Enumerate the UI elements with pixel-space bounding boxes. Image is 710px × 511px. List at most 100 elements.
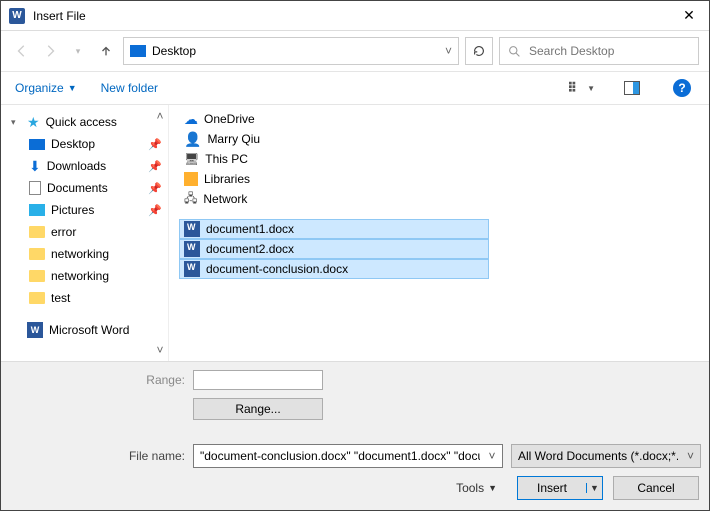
filter-label: All Word Documents (*.docx;*.docm;...) (518, 449, 678, 463)
search-input[interactable] (527, 43, 690, 59)
list-item-document2[interactable]: document2.docx (179, 239, 489, 259)
navigation-pane[interactable]: ˄ ▾ ★ Quick access Desktop 📌 ⬇ Downloads… (1, 105, 169, 361)
title-bar: W Insert File ✕ (1, 1, 709, 31)
up-button[interactable] (95, 40, 117, 62)
address-dropdown-icon[interactable]: ˅ (445, 44, 452, 58)
tools-label: Tools (456, 481, 484, 495)
new-folder-button[interactable]: New folder (101, 81, 158, 95)
pin-icon: 📌 (148, 138, 162, 151)
sidebar-item-downloads[interactable]: ⬇ Downloads 📌 (5, 155, 166, 177)
folder-icon (29, 292, 45, 304)
cancel-label: Cancel (637, 481, 674, 495)
back-button[interactable] (11, 40, 33, 62)
sidebar-item-label: Desktop (51, 137, 95, 151)
filename-combobox[interactable]: ˅ (193, 444, 503, 468)
insert-button[interactable]: Insert ▼ (517, 476, 603, 500)
download-icon: ⬇ (29, 158, 41, 175)
insert-split-icon[interactable]: ▼ (586, 483, 602, 493)
folder-icon (29, 270, 45, 282)
list-item-label: Libraries (204, 172, 250, 186)
scroll-up-icon[interactable]: ˄ (154, 109, 166, 123)
sidebar-item-pictures[interactable]: Pictures 📌 (5, 199, 166, 221)
quick-access-label: Quick access (46, 115, 117, 129)
sidebar-item-label: Downloads (47, 159, 106, 173)
sidebar-item-label: Pictures (51, 203, 94, 217)
document-icon (29, 181, 41, 195)
list-item-label: document2.docx (206, 242, 294, 256)
network-icon: 🖧 (184, 189, 197, 210)
sidebar-item-label: error (51, 225, 76, 239)
nav-row: ▾ Desktop ˅ (1, 31, 709, 71)
recent-locations-button[interactable]: ▾ (67, 40, 89, 62)
cancel-button[interactable]: Cancel (613, 476, 699, 500)
sidebar-item-desktop[interactable]: Desktop 📌 (5, 133, 166, 155)
sidebar-item-word[interactable]: ▸ W Microsoft Word (5, 319, 166, 341)
help-icon: ? (673, 79, 691, 97)
sidebar-item-label: Documents (47, 181, 108, 195)
sidebar-item-error[interactable]: error (5, 221, 166, 243)
insert-label: Insert (518, 481, 586, 495)
pc-icon: 🖥 (184, 152, 199, 166)
libraries-icon (184, 172, 198, 186)
list-item-document1[interactable]: document1.docx (179, 219, 489, 239)
list-item-label: document-conclusion.docx (206, 262, 348, 276)
list-item-network[interactable]: 🖧 Network (179, 189, 699, 209)
help-button[interactable]: ? (669, 77, 695, 99)
new-folder-label: New folder (101, 81, 158, 95)
breadcrumb[interactable]: Desktop (152, 44, 439, 58)
range-input[interactable] (193, 370, 323, 390)
quick-access-node[interactable]: ▾ ★ Quick access (5, 111, 166, 133)
tools-menu[interactable]: Tools ▼ (456, 481, 497, 495)
search-box[interactable] (499, 37, 699, 65)
list-item-user[interactable]: 👤 Marry Qiu (179, 129, 699, 149)
sidebar-item-label: Microsoft Word (49, 323, 129, 337)
filename-label: File name: (9, 449, 185, 463)
sidebar-item-documents[interactable]: Documents 📌 (5, 177, 166, 199)
sidebar-item-networking[interactable]: networking (5, 243, 166, 265)
chevron-down-icon: ▾ (11, 117, 21, 128)
list-item-label: Network (203, 192, 247, 206)
chevron-down-icon: ▼ (587, 84, 595, 93)
folder-icon (29, 226, 45, 238)
view-options-button[interactable]: ▼ (569, 77, 595, 99)
close-button[interactable]: ✕ (669, 1, 709, 31)
sidebar-item-label: networking (51, 269, 109, 283)
preview-pane-button[interactable] (619, 77, 645, 99)
list-item-libraries[interactable]: Libraries (179, 169, 699, 189)
scroll-down-icon[interactable]: ˅ (154, 343, 166, 357)
docx-icon (184, 241, 200, 257)
desktop-icon (29, 139, 45, 150)
user-icon: 👤 (184, 131, 201, 148)
word-app-icon: W (9, 8, 25, 24)
search-icon (508, 45, 521, 58)
address-bar[interactable]: Desktop ˅ (123, 37, 459, 65)
refresh-button[interactable] (465, 37, 493, 65)
toolbar: Organize ▼ New folder ▼ ? (1, 71, 709, 105)
chevron-down-icon: ˅ (687, 449, 694, 463)
list-item-label: document1.docx (206, 222, 294, 236)
organize-menu[interactable]: Organize ▼ (15, 81, 77, 95)
range-label: Range: (9, 373, 185, 387)
desktop-icon (130, 45, 146, 57)
file-type-filter[interactable]: All Word Documents (*.docx;*.docm;...) ˅ (511, 444, 701, 468)
list-item-document-conclusion[interactable]: document-conclusion.docx (179, 259, 489, 279)
sidebar-item-networking-2[interactable]: networking (5, 265, 166, 287)
sidebar-item-test[interactable]: test (5, 287, 166, 309)
chevron-right-icon: ▸ (11, 325, 21, 336)
chevron-down-icon: ▼ (68, 83, 77, 93)
list-item-onedrive[interactable]: ☁ OneDrive (179, 109, 699, 129)
range-button[interactable]: Range... (193, 398, 323, 420)
filename-input[interactable] (196, 449, 484, 463)
chevron-down-icon[interactable]: ˅ (484, 449, 500, 463)
pictures-icon (29, 204, 45, 216)
file-list[interactable]: ☁ OneDrive 👤 Marry Qiu 🖥 This PC Librari… (169, 105, 709, 361)
word-icon: W (27, 322, 43, 338)
list-item-thispc[interactable]: 🖥 This PC (179, 149, 699, 169)
forward-button[interactable] (39, 40, 61, 62)
pin-icon: 📌 (148, 160, 162, 173)
organize-label: Organize (15, 81, 64, 95)
star-icon: ★ (27, 114, 40, 131)
pin-icon: 📌 (148, 182, 162, 195)
footer: Range: Range... File name: ˅ All Word Do… (1, 362, 709, 510)
pin-icon: 📌 (148, 204, 162, 217)
